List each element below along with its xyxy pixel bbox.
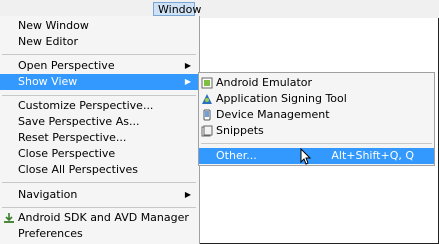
menu-item-customize-perspective[interactable]: Customize Perspective... — [0, 98, 198, 114]
menu-item-label: New Editor — [18, 35, 79, 48]
submenu-item-label: Snippets — [216, 124, 264, 137]
menu-item-label: Navigation — [18, 188, 78, 201]
submenu-item-device-management[interactable]: Device Management — [199, 107, 434, 123]
submenu-item-snippets[interactable]: Snippets — [199, 123, 434, 139]
menu-item-label: Android SDK and AVD Manager — [18, 211, 189, 224]
menu-item-label: Open Perspective — [18, 59, 115, 72]
menu-item-label: Save Perspective As... — [18, 115, 140, 128]
menu-item-show-view[interactable]: Show View ▶ — [0, 74, 198, 90]
signing-tool-icon — [202, 94, 212, 104]
menu-item-label: Reset Perspective... — [18, 131, 127, 144]
menu-separator — [2, 54, 196, 55]
menu-separator — [2, 182, 196, 183]
submenu-item-label: Device Management — [216, 108, 330, 121]
submenu-item-label: Application Signing Tool — [216, 92, 347, 105]
device-management-icon — [203, 109, 211, 121]
menu-separator — [2, 95, 196, 96]
submenu-arrow-icon: ▶ — [184, 61, 191, 70]
menu-item-label: Customize Perspective... — [18, 99, 154, 112]
submenu-item-label: Android Emulator — [216, 76, 313, 89]
menu-item-preferences[interactable]: Preferences — [0, 226, 198, 242]
menu-item-new-editor[interactable]: New Editor — [0, 34, 198, 50]
menu-item-save-perspective-as[interactable]: Save Perspective As... — [0, 114, 198, 130]
menu-item-navigation[interactable]: Navigation ▶ — [0, 187, 198, 203]
download-icon — [4, 213, 14, 223]
menu-item-reset-perspective[interactable]: Reset Perspective... — [0, 130, 198, 146]
submenu-item-android-emulator[interactable]: Android Emulator — [199, 75, 434, 91]
menu-item-label: Close All Perspectives — [18, 163, 139, 176]
submenu-item-label: Other... — [216, 149, 257, 162]
mouse-cursor-icon — [300, 148, 312, 165]
submenu-separator — [201, 143, 432, 144]
menu-separator — [2, 207, 196, 208]
menu-item-close-all-perspectives[interactable]: Close All Perspectives — [0, 162, 198, 178]
submenu-arrow-icon: ▶ — [184, 77, 191, 86]
menu-item-new-window[interactable]: New Window — [0, 18, 198, 34]
submenu-item-other[interactable]: Other... Alt+Shift+Q, Q — [199, 148, 434, 164]
menu-item-label: New Window — [18, 19, 89, 32]
menu-item-label: Show View — [18, 75, 78, 88]
submenu-arrow-icon: ▶ — [184, 190, 191, 199]
show-view-submenu: Android Emulator Application Signing Too… — [198, 72, 435, 166]
window-menu: New Window New Editor Open Perspective ▶… — [0, 16, 200, 244]
menu-item-label: Close Perspective — [18, 147, 116, 160]
android-emulator-icon — [201, 77, 213, 89]
menu-item-android-sdk-avd-manager[interactable]: Android SDK and AVD Manager — [0, 210, 198, 226]
accelerator-label: Alt+Shift+Q, Q — [331, 149, 414, 162]
menu-item-label: Preferences — [18, 227, 83, 240]
snippets-icon — [201, 125, 213, 137]
menu-item-open-perspective[interactable]: Open Perspective ▶ — [0, 58, 198, 74]
menu-window[interactable]: Window — [153, 2, 201, 16]
submenu-item-application-signing-tool[interactable]: Application Signing Tool — [199, 91, 434, 107]
menu-item-close-perspective[interactable]: Close Perspective — [0, 146, 198, 162]
